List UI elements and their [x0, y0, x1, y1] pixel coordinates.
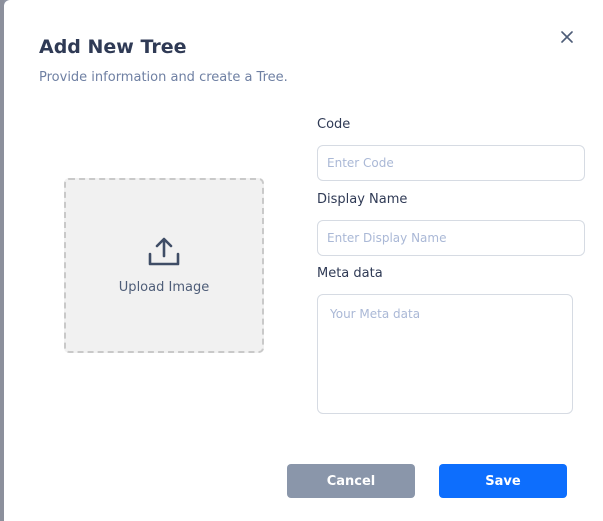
- display-name-label: Display Name: [317, 192, 408, 207]
- dialog-title: Add New Tree: [39, 36, 187, 58]
- meta-data-label: Meta data: [317, 266, 383, 281]
- upload-image-label: Upload Image: [118, 280, 210, 295]
- cancel-button[interactable]: Cancel: [287, 464, 415, 498]
- upload-image-dropzone[interactable]: Upload Image: [64, 178, 264, 353]
- code-label: Code: [317, 117, 351, 132]
- code-input[interactable]: [317, 145, 585, 181]
- dialog-subtitle: Provide information and create a Tree.: [39, 70, 288, 85]
- save-button[interactable]: Save: [439, 464, 567, 498]
- close-button[interactable]: [556, 26, 578, 48]
- display-name-input[interactable]: [317, 220, 585, 256]
- add-tree-dialog: Add New Tree Provide information and cre…: [4, 0, 603, 521]
- close-icon: [561, 31, 573, 43]
- meta-data-textarea[interactable]: [317, 294, 573, 414]
- upload-icon: [148, 237, 180, 266]
